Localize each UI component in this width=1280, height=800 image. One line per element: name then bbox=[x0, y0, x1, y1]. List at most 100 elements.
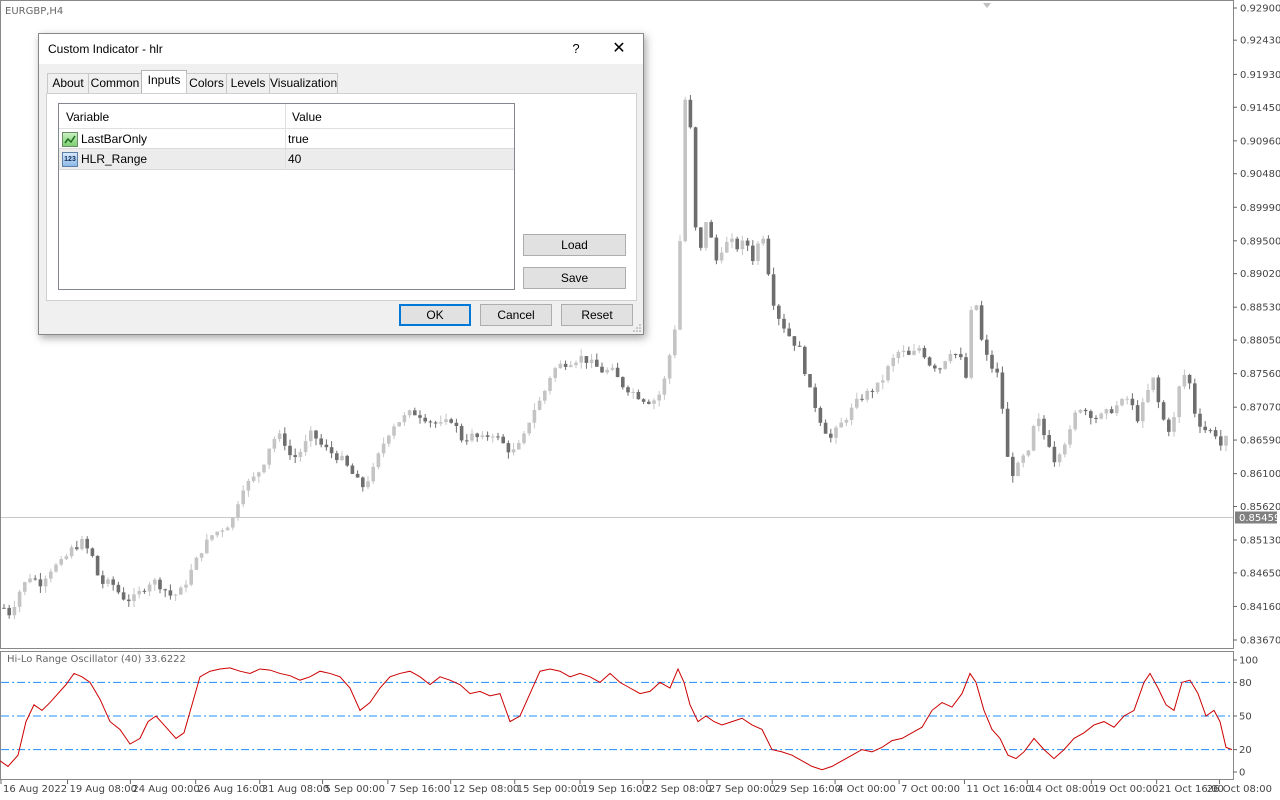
candle-body bbox=[953, 353, 958, 355]
resize-grip-icon[interactable] bbox=[633, 324, 641, 332]
candle-body bbox=[1063, 444, 1067, 455]
reset-button[interactable]: Reset bbox=[561, 304, 633, 326]
candle-body bbox=[532, 409, 537, 423]
current-price-label: 0.85459 bbox=[1239, 513, 1280, 524]
candle-body bbox=[283, 433, 287, 446]
candle-body bbox=[225, 527, 230, 531]
candle-body bbox=[111, 579, 115, 585]
candle-body bbox=[12, 606, 17, 616]
cancel-button[interactable]: Cancel bbox=[480, 304, 552, 326]
candle-body bbox=[444, 419, 448, 423]
candle-body bbox=[740, 240, 745, 250]
price-tick-label: 0.90960 bbox=[1240, 136, 1280, 147]
candle-body bbox=[413, 410, 417, 416]
candle-body bbox=[855, 398, 859, 408]
price-tick-label: 0.86100 bbox=[1240, 469, 1280, 480]
tab-about[interactable]: About bbox=[47, 73, 89, 93]
time-tick-label: 5 Sep 00:00 bbox=[325, 784, 385, 795]
candle-body bbox=[860, 398, 864, 400]
candle-body bbox=[995, 368, 999, 373]
row-value[interactable]: true bbox=[288, 132, 309, 146]
candle-body bbox=[714, 237, 719, 261]
custom-indicator-dialog[interactable]: Custom Indicator - hlr ? ✕ About Common … bbox=[38, 33, 644, 335]
candle-body bbox=[95, 555, 100, 576]
time-tick-label: 4 Oct 00:00 bbox=[837, 784, 896, 795]
candle-body bbox=[1177, 386, 1181, 418]
tab-visualization[interactable]: Visualization bbox=[269, 73, 338, 93]
candle-body bbox=[579, 356, 583, 363]
candle-body bbox=[361, 477, 365, 488]
candle-body bbox=[220, 530, 225, 532]
candle-body bbox=[199, 553, 204, 558]
candle-body bbox=[662, 378, 667, 395]
candle-body bbox=[121, 592, 126, 600]
candle-body bbox=[43, 578, 48, 587]
candle-body bbox=[1156, 377, 1161, 403]
candle-body bbox=[277, 433, 282, 440]
candle-body bbox=[730, 238, 734, 242]
candle-body bbox=[990, 354, 994, 369]
candle-body bbox=[340, 455, 344, 461]
row-value[interactable]: 40 bbox=[288, 152, 301, 166]
boolean-icon bbox=[62, 132, 78, 147]
candle-body bbox=[1104, 409, 1109, 414]
candle-body bbox=[766, 238, 771, 275]
candle-body bbox=[1219, 436, 1223, 446]
candle-body bbox=[350, 465, 355, 474]
save-button[interactable]: Save bbox=[523, 267, 626, 289]
table-row[interactable]: 123 HLR_Range 40 bbox=[59, 148, 514, 170]
candle-body bbox=[387, 435, 391, 444]
tab-common[interactable]: Common bbox=[88, 73, 142, 93]
close-button[interactable]: ✕ bbox=[607, 38, 631, 60]
candle-body bbox=[667, 355, 672, 379]
header-variable[interactable]: Variable bbox=[66, 110, 109, 124]
price-tick-label: 0.89990 bbox=[1240, 203, 1280, 214]
price-tick-label: 0.87070 bbox=[1240, 403, 1280, 414]
candle-body bbox=[491, 436, 495, 438]
candle-body bbox=[1000, 372, 1005, 409]
candle-body bbox=[1094, 417, 1098, 419]
help-button[interactable]: ? bbox=[565, 39, 587, 59]
current-price-tag: 0.85459 bbox=[1235, 511, 1280, 524]
tab-inputs[interactable]: Inputs bbox=[141, 70, 187, 94]
candle-body bbox=[246, 480, 251, 491]
candle-body bbox=[693, 127, 698, 228]
tab-colors[interactable]: Colors bbox=[186, 73, 227, 93]
candle-body bbox=[137, 590, 141, 595]
candle-body bbox=[184, 584, 188, 588]
tab-levels[interactable]: Levels bbox=[226, 73, 270, 93]
candle-body bbox=[964, 357, 968, 378]
candle-body bbox=[1130, 398, 1135, 406]
candle-body bbox=[1193, 383, 1197, 414]
inputs-panel: Variable Value LastBarOnly true 123 HLR_… bbox=[46, 93, 637, 301]
candle-body bbox=[1021, 455, 1025, 463]
row-variable-name: HLR_Range bbox=[81, 152, 148, 166]
inputs-grid[interactable]: Variable Value LastBarOnly true 123 HLR_… bbox=[58, 103, 515, 290]
candle-body bbox=[418, 415, 422, 418]
candle-body bbox=[808, 374, 812, 388]
candle-body bbox=[397, 422, 401, 427]
candle-body bbox=[163, 589, 167, 591]
candle-body bbox=[673, 329, 677, 356]
candle-body bbox=[101, 575, 105, 584]
candle-body bbox=[777, 305, 781, 319]
candle-body bbox=[7, 607, 11, 616]
price-tick-label: 0.89020 bbox=[1240, 269, 1280, 280]
candle-body bbox=[335, 453, 339, 461]
load-button[interactable]: Load bbox=[523, 234, 626, 256]
candle-body bbox=[1109, 409, 1114, 414]
candle-body bbox=[1042, 418, 1046, 436]
ok-button[interactable]: OK bbox=[399, 304, 471, 326]
time-tick-label: 24 Aug 00:00 bbox=[132, 784, 199, 795]
table-row[interactable]: LastBarOnly true bbox=[59, 129, 514, 149]
candle-body bbox=[683, 99, 687, 242]
candle-body bbox=[818, 407, 823, 423]
candle-body bbox=[1172, 417, 1176, 432]
time-tick-label: 14 Oct 08:00 bbox=[1029, 784, 1094, 795]
candle-body bbox=[641, 399, 646, 402]
header-value[interactable]: Value bbox=[292, 110, 322, 124]
time-tick-label: 19 Sep 16:00 bbox=[582, 784, 649, 795]
dialog-titlebar[interactable]: Custom Indicator - hlr ? ✕ bbox=[39, 34, 643, 64]
candle-body bbox=[1047, 435, 1051, 447]
chart-symbol-title: EURGBP,H4 bbox=[5, 6, 63, 17]
